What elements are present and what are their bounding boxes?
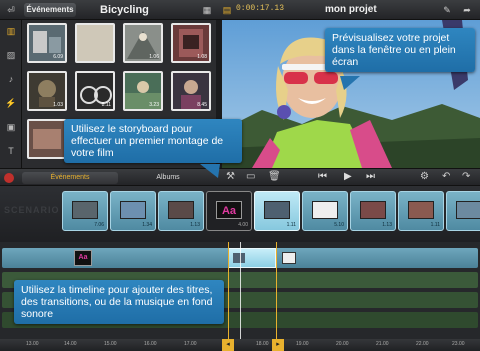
text-icon[interactable]: T — [3, 144, 19, 158]
undo-icon[interactable]: ↶ — [442, 171, 450, 182]
transition-icon[interactable]: ⚡ — [3, 96, 19, 110]
storyboard-title-clip[interactable]: Aa 4.00 — [206, 191, 252, 231]
playhead[interactable] — [240, 242, 241, 339]
media-thumb[interactable] — [27, 119, 67, 159]
ruler-tick: 21.00 — [376, 341, 389, 347]
timeline-title-clip[interactable]: Aa — [74, 250, 92, 266]
record-icon[interactable] — [4, 173, 14, 183]
timeline-clip-thumb[interactable] — [282, 252, 296, 264]
edit-icon[interactable]: ✎ — [440, 3, 454, 17]
top-bar: ⏎ Événements Bicycling ▦ ▤ 0:00:17.13 mo… — [0, 0, 480, 20]
trim-end-handle[interactable]: ▸ — [272, 339, 284, 351]
media-thumb[interactable]: 1.08 — [171, 23, 211, 63]
storyboard-clip[interactable]: 1.11 — [398, 191, 444, 231]
grid-icon[interactable]: ▦ — [200, 3, 214, 17]
library-icon[interactable]: ▭ — [246, 171, 255, 182]
middle-bar: Événements Albums ⚒ ▭ 🗑 ⏮ ▶ ⏭ ⚙ ↶ ↷ — [0, 168, 480, 186]
timecode: 0:00:17.13 — [236, 4, 285, 13]
photo-icon[interactable]: ▨ — [3, 48, 19, 62]
storyboard-clip[interactable] — [446, 191, 480, 231]
ruler-tick: 13.00 — [26, 341, 39, 347]
play-icon[interactable]: ▶ — [344, 171, 352, 182]
media-thumb[interactable]: 8.11 — [75, 71, 115, 111]
callout-storyboard: Utilisez le storyboard pour effectuer un… — [64, 119, 242, 163]
media-thumb[interactable]: 8.45 — [171, 71, 211, 111]
timeline-clip-selected[interactable] — [228, 248, 276, 268]
storyboard-clip[interactable]: 7.06 — [62, 191, 108, 231]
tab-events[interactable]: Événements — [24, 3, 76, 17]
callout-storyboard-arrow — [200, 164, 220, 178]
back-icon[interactable]: ⏎ — [4, 3, 18, 17]
media-thumb[interactable]: 1.06 — [123, 23, 163, 63]
forward-icon[interactable]: ⏭ — [366, 171, 375, 182]
ruler-tick: 18.00 — [256, 341, 269, 347]
storyboard-clip[interactable]: 1.13 — [158, 191, 204, 231]
ruler-tick: 16.00 — [144, 341, 157, 347]
ruler-tick: 17.00 — [184, 341, 197, 347]
share-icon[interactable]: ➦ — [460, 3, 474, 17]
film-icon[interactable]: ▥ — [3, 24, 19, 38]
tab-events-library[interactable]: Événements — [22, 172, 118, 184]
callout-timeline: Utilisez la timeline pour ajouter des ti… — [14, 280, 224, 324]
storyboard-clip[interactable]: 1.13 — [350, 191, 396, 231]
left-toolbar: ▥ ▨ ♪ ⚡ ▣ T — [0, 20, 22, 170]
media-thumb[interactable]: 6.09 — [27, 23, 67, 63]
library-title: Bicycling — [100, 4, 149, 16]
layers-icon[interactable]: ▣ — [3, 120, 19, 134]
rewind-icon[interactable]: ⏮ — [318, 171, 327, 182]
ruler-tick: 15.00 — [104, 341, 117, 347]
callout-preview: Prévisualisez votre projet dans la fenêt… — [325, 28, 475, 72]
settings-icon[interactable]: ⚙ — [420, 171, 429, 182]
media-thumb[interactable]: 3.23 — [123, 71, 163, 111]
ruler-tick: 19.00 — [296, 341, 309, 347]
film-icon[interactable]: ▤ — [220, 3, 234, 17]
storyboard-clip[interactable]: 5.10 — [302, 191, 348, 231]
trash-icon[interactable]: 🗑 — [268, 171, 281, 182]
media-thumb[interactable] — [75, 23, 115, 63]
timeline-ruler: 13.00 14.00 15.00 16.00 17.00 18.00 19.0… — [0, 339, 480, 351]
trim-end-line — [276, 242, 277, 339]
media-thumb[interactable]: 1.03 — [27, 71, 67, 111]
ruler-tick: 22.00 — [416, 341, 429, 347]
project-title: mon projet — [325, 4, 377, 15]
tools-icon[interactable]: ⚒ — [226, 171, 235, 182]
ruler-tick: 23.00 — [452, 341, 465, 347]
storyboard-clip[interactable]: 1.34 — [110, 191, 156, 231]
redo-icon[interactable]: ↷ — [462, 171, 470, 182]
storyboard-clip-selected[interactable]: 1.11 — [254, 191, 300, 231]
trim-start-line — [228, 242, 229, 339]
storyboard-label: SCENARIO — [4, 205, 60, 215]
ruler-tick: 20.00 — [336, 341, 349, 347]
callout-preview-arrow — [340, 76, 360, 90]
storyboard: SCENARIO 7.06 1.34 1.13 Aa 4.00 1.11 5.1… — [0, 186, 480, 242]
music-icon[interactable]: ♪ — [3, 72, 19, 86]
trim-start-handle[interactable]: ◂ — [222, 339, 234, 351]
ruler-tick: 14.00 — [64, 341, 77, 347]
